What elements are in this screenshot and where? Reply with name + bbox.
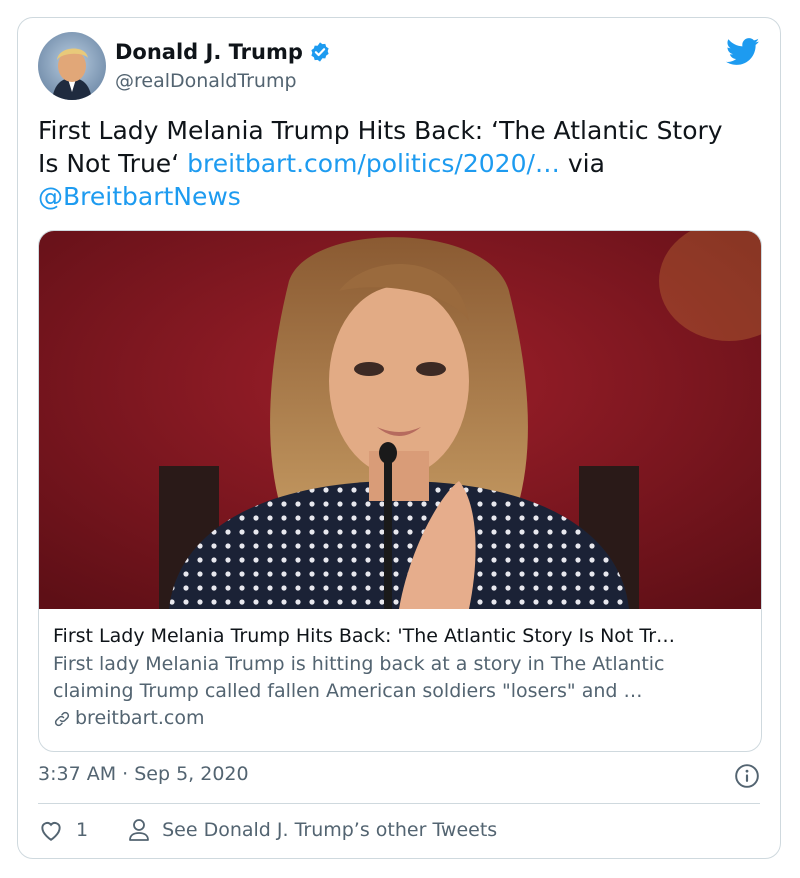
info-icon[interactable] [734, 763, 760, 789]
like-count: 1 [76, 819, 89, 841]
card-domain-row: breitbart.com [53, 705, 753, 732]
heart-icon [41, 822, 61, 841]
tweet-via-text: via [559, 149, 605, 178]
mention-link[interactable]: @BreitbartNews [38, 182, 241, 211]
action-bar: 1 See Donald J. Trump’s other Tweets [38, 818, 497, 842]
card-description-line1: First lady Melania Trump is hitting back… [53, 653, 665, 675]
author-avatar[interactable] [38, 32, 106, 100]
link-icon [54, 711, 70, 726]
card-domain: breitbart.com [75, 707, 205, 729]
link-card[interactable]: First Lady Melania Trump Hits Back: 'The… [38, 230, 762, 752]
author-handle[interactable]: @realDonaldTrump [115, 70, 297, 92]
twitter-bird-icon[interactable] [726, 38, 760, 66]
card-title: First Lady Melania Trump Hits Back: 'The… [53, 625, 676, 647]
embedded-tweet: Donald J. Trump @realDonaldTrump First L… [17, 17, 781, 859]
card-description-line2: claiming Trump called fallen American so… [53, 680, 643, 702]
like-button[interactable]: 1 [38, 818, 88, 842]
other-tweets-label: See Donald J. Trump’s other Tweets [162, 819, 498, 841]
tweet-link[interactable]: breitbart.com/politics/2020/… [187, 149, 560, 178]
other-tweets-link[interactable]: See Donald J. Trump’s other Tweets [128, 818, 497, 842]
divider [38, 803, 760, 804]
tweet-text: First Lady Melania Trump Hits Back: ‘The… [38, 114, 738, 213]
tweet-timestamp[interactable]: 3:37 AM · Sep 5, 2020 [38, 763, 249, 785]
card-image [39, 231, 761, 609]
verified-badge-icon [311, 42, 329, 62]
author-name[interactable]: Donald J. Trump [115, 40, 303, 64]
person-icon [129, 819, 149, 841]
